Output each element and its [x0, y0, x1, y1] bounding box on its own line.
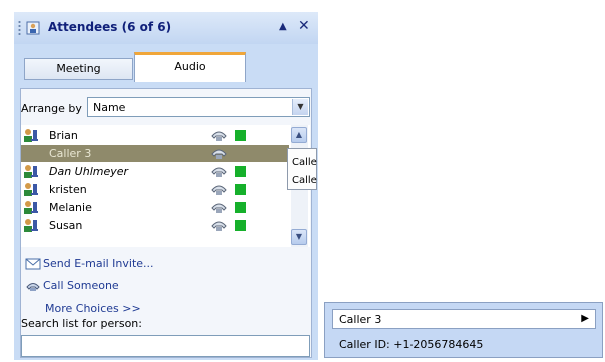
tab-audio[interactable]: Audio — [134, 52, 246, 82]
tab-meeting[interactable]: Meeting — [24, 58, 133, 80]
pane-header: Attendees (6 of 6) ▲ ✕ — [14, 12, 318, 44]
attendee-name: Susan — [49, 219, 83, 232]
person-icon — [24, 129, 38, 142]
attendee-name: Dan Uhlmeyer — [49, 165, 129, 178]
attendees-icon — [26, 21, 40, 35]
phone-icon — [211, 221, 227, 231]
status-indicator — [235, 202, 246, 213]
attendee-name: kristen — [49, 183, 87, 196]
send-email-invite-label: Send E-mail Invite... — [43, 257, 154, 270]
attendee-list: Brian Caller 3 Dan Uhlmeyer kristen Melanie S… — [21, 125, 310, 247]
search-input[interactable] — [21, 335, 310, 357]
pane-title: Attendees (6 of 6) — [48, 20, 172, 34]
close-button[interactable]: ✕ — [298, 18, 310, 34]
arrange-by-select[interactable]: Name ▼ — [87, 97, 310, 117]
search-label: Search list for person: — [21, 317, 142, 330]
attendee-row[interactable]: kristen — [21, 181, 289, 198]
chevron-down-icon[interactable]: ▼ — [291, 229, 307, 245]
attendee-row[interactable]: Melanie — [21, 199, 289, 216]
caller-id-text: Caller ID: +1-2056784645 — [339, 338, 484, 351]
person-icon — [24, 165, 38, 178]
caller-name-field[interactable]: Caller 3 ▶ — [332, 309, 596, 329]
collapse-button[interactable]: ▲ — [279, 21, 287, 32]
envelope-icon — [25, 258, 41, 270]
status-indicator — [235, 166, 246, 177]
attendee-name: Caller 3 — [49, 147, 92, 160]
phone-icon — [211, 131, 227, 141]
attendee-row[interactable]: Susan — [21, 217, 289, 234]
person-icon — [24, 201, 38, 214]
attendee-name: Brian — [49, 129, 78, 142]
arrange-by-value: Name — [93, 101, 126, 114]
chevron-down-icon[interactable]: ▼ — [292, 99, 308, 115]
arrange-by-label: Arrange by — [21, 102, 82, 115]
more-choices-link[interactable]: More Choices >> — [45, 302, 141, 315]
submenu-item[interactable]: Calle — [292, 175, 318, 186]
context-submenu: Calle Calle — [287, 148, 317, 190]
phone-icon — [211, 149, 227, 159]
person-icon — [23, 146, 39, 161]
chevron-up-icon[interactable]: ▲ — [291, 127, 307, 143]
attendee-name: Melanie — [49, 201, 92, 214]
arrow-right-icon[interactable]: ▶ — [581, 313, 589, 324]
caller-popup: Caller 3 ▶ Caller ID: +1-2056784645 — [324, 302, 603, 358]
attendee-row[interactable]: Brian — [21, 127, 289, 144]
status-indicator — [235, 220, 246, 231]
person-icon — [24, 183, 38, 196]
status-indicator — [235, 184, 246, 195]
phone-icon — [26, 283, 40, 291]
phone-icon — [211, 185, 227, 195]
submenu-item[interactable]: Calle — [292, 157, 318, 168]
caller-name: Caller 3 — [339, 313, 382, 326]
person-icon — [24, 219, 38, 232]
send-email-invite-link[interactable]: Send E-mail Invite... — [25, 257, 154, 270]
tab-strip: Meeting Audio — [14, 44, 318, 90]
pane-body: Arrange by Name ▼ Brian Caller 3 Dan Uhlme… — [20, 88, 312, 358]
call-someone-label: Call Someone — [43, 279, 119, 292]
attendees-pane: Attendees (6 of 6) ▲ ✕ Meeting Audio Arr… — [14, 12, 318, 360]
call-someone-link[interactable]: Call Someone — [25, 279, 119, 292]
attendee-row[interactable]: Caller 3 — [21, 145, 289, 162]
drag-grip[interactable] — [18, 20, 21, 36]
phone-icon — [211, 167, 227, 177]
status-indicator — [235, 130, 246, 141]
phone-icon — [211, 203, 227, 213]
attendee-row[interactable]: Dan Uhlmeyer — [21, 163, 289, 180]
